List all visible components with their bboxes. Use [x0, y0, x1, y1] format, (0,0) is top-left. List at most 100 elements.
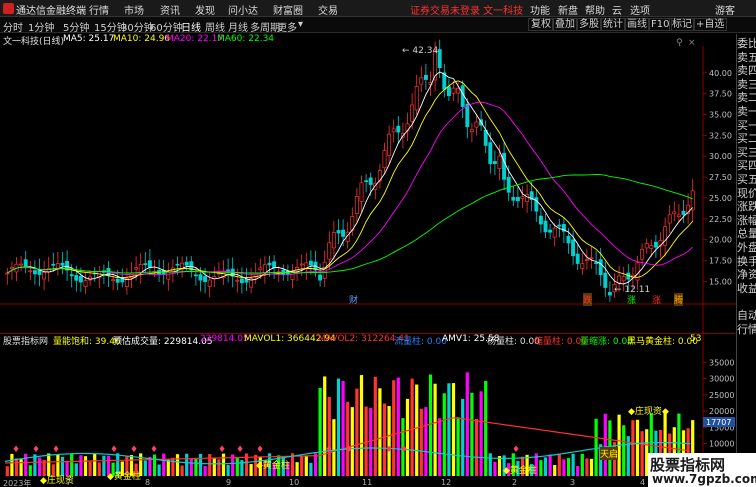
zhuangjian-tag: ◆庄现资◆	[628, 407, 669, 417]
volume-bar	[373, 376, 377, 476]
side-label-5[interactable]: 卖一	[737, 105, 756, 118]
side-label-21[interactable]: 行情	[737, 323, 756, 336]
date-label-2023: 2023年	[3, 479, 32, 487]
volume-bar	[415, 384, 419, 476]
gem-icon: ♦	[150, 445, 158, 455]
gem-icon: ♦	[236, 445, 244, 455]
candle	[377, 163, 382, 189]
side-label-7[interactable]: 买二	[737, 132, 756, 145]
side-label-3[interactable]: 卖三	[737, 78, 756, 91]
candle	[42, 261, 47, 291]
side-label-17[interactable]: 净资	[737, 268, 756, 281]
gem-icon: ♦	[400, 445, 408, 455]
candle	[520, 185, 525, 209]
volume-bar	[74, 463, 78, 476]
side-label-13[interactable]: 涨幅	[737, 214, 756, 227]
kline-chart[interactable]: 40.00 37.50 35.00 32.50 30.00 27.50 25.00 22.50…	[0, 0, 736, 487]
volume-bar	[97, 462, 101, 476]
side-label-16[interactable]: 换手	[737, 255, 756, 268]
side-label-18[interactable]: 收益	[737, 282, 756, 295]
volume-bar	[208, 454, 212, 476]
side-label-4[interactable]: 卖二	[737, 91, 756, 104]
die-marker: 跌	[583, 293, 593, 306]
candle	[672, 201, 677, 222]
candle	[451, 80, 456, 102]
teng-marker: 腾	[674, 293, 684, 306]
candle	[5, 267, 10, 285]
side-label-2[interactable]: 卖四	[737, 64, 756, 77]
date-label-11: 11	[362, 478, 373, 487]
quote-side-panel: 委比 卖五 卖四 卖三 卖二 卖一 买一 买二 买三 买四 买五 现价 涨跌 涨幅 总量 外盘 换手 净资 收益自动…	[736, 34, 756, 487]
volume-tick-label: 35000	[709, 358, 734, 367]
candle	[143, 251, 148, 275]
candle	[584, 248, 589, 270]
moving-average-lines	[7, 71, 694, 285]
volume-bar	[19, 459, 23, 476]
candle	[387, 125, 392, 164]
candle	[55, 251, 60, 276]
side-label-20[interactable]: 自动	[737, 309, 756, 322]
candle	[331, 221, 336, 260]
candle	[446, 78, 451, 101]
side-label-15[interactable]: 外盘	[737, 241, 756, 254]
candle	[23, 250, 28, 274]
volume-bar	[143, 460, 147, 476]
candle	[538, 208, 543, 233]
volume-bar	[304, 455, 308, 476]
side-label-6[interactable]: 买一	[737, 119, 756, 132]
volume-bar	[327, 397, 331, 476]
volume-bar	[433, 383, 437, 476]
side-label-12[interactable]: 涨跌	[737, 200, 756, 213]
candle	[681, 199, 686, 223]
pin-icon[interactable]: ⚲	[676, 38, 683, 48]
candle	[492, 150, 497, 176]
price-tick-label: 40.00	[709, 69, 732, 78]
candle	[442, 63, 447, 98]
volume-bar	[212, 458, 216, 476]
volume-bar	[166, 459, 170, 476]
candle	[115, 269, 120, 290]
side-label-11[interactable]: 现价	[737, 187, 756, 200]
close-icon[interactable]: ×	[688, 38, 696, 48]
side-label-1[interactable]: 卖五	[737, 51, 756, 64]
volume-bar	[10, 453, 14, 476]
volume-bar	[341, 381, 345, 476]
candle	[147, 249, 152, 276]
volume-bar	[313, 453, 318, 476]
price-tick-label: 32.50	[709, 131, 732, 140]
gem-icon: ♦	[12, 445, 20, 455]
indicator-name[interactable]: 股票指标网	[3, 334, 48, 347]
price-tick-label: 17.50	[709, 256, 732, 265]
candle	[124, 267, 129, 295]
volume-bar	[346, 401, 350, 476]
candle	[92, 267, 97, 282]
candle	[364, 174, 369, 193]
volume-bar	[447, 383, 451, 476]
candle	[663, 217, 668, 257]
ma10-line	[7, 80, 694, 279]
gem-icon: ♦	[130, 445, 138, 455]
volume-bar	[378, 388, 382, 476]
candle	[65, 250, 70, 281]
volume-bar	[428, 374, 433, 476]
volume-bar	[162, 453, 166, 476]
volume-bar	[474, 418, 479, 476]
volume-bar	[571, 454, 575, 476]
side-label-8[interactable]: 买三	[737, 146, 756, 159]
side-label-10[interactable]: 买五	[737, 173, 756, 186]
price-tick-label: 15.00	[709, 277, 732, 286]
side-label-14[interactable]: 总量	[737, 227, 756, 240]
side-label-0[interactable]: 委比	[737, 37, 756, 50]
volume-bar	[226, 465, 230, 476]
gem-icon: ♦	[385, 445, 393, 455]
candle	[129, 261, 134, 289]
volume-bar	[465, 372, 469, 476]
price-tick-label: 20.00	[709, 236, 732, 245]
volume-bar	[631, 420, 635, 476]
volume-bar	[14, 458, 19, 476]
candle	[589, 246, 594, 269]
side-label-9[interactable]: 买四	[737, 159, 756, 172]
candle	[548, 223, 553, 239]
volume-bar	[295, 462, 299, 476]
candle	[272, 255, 277, 279]
